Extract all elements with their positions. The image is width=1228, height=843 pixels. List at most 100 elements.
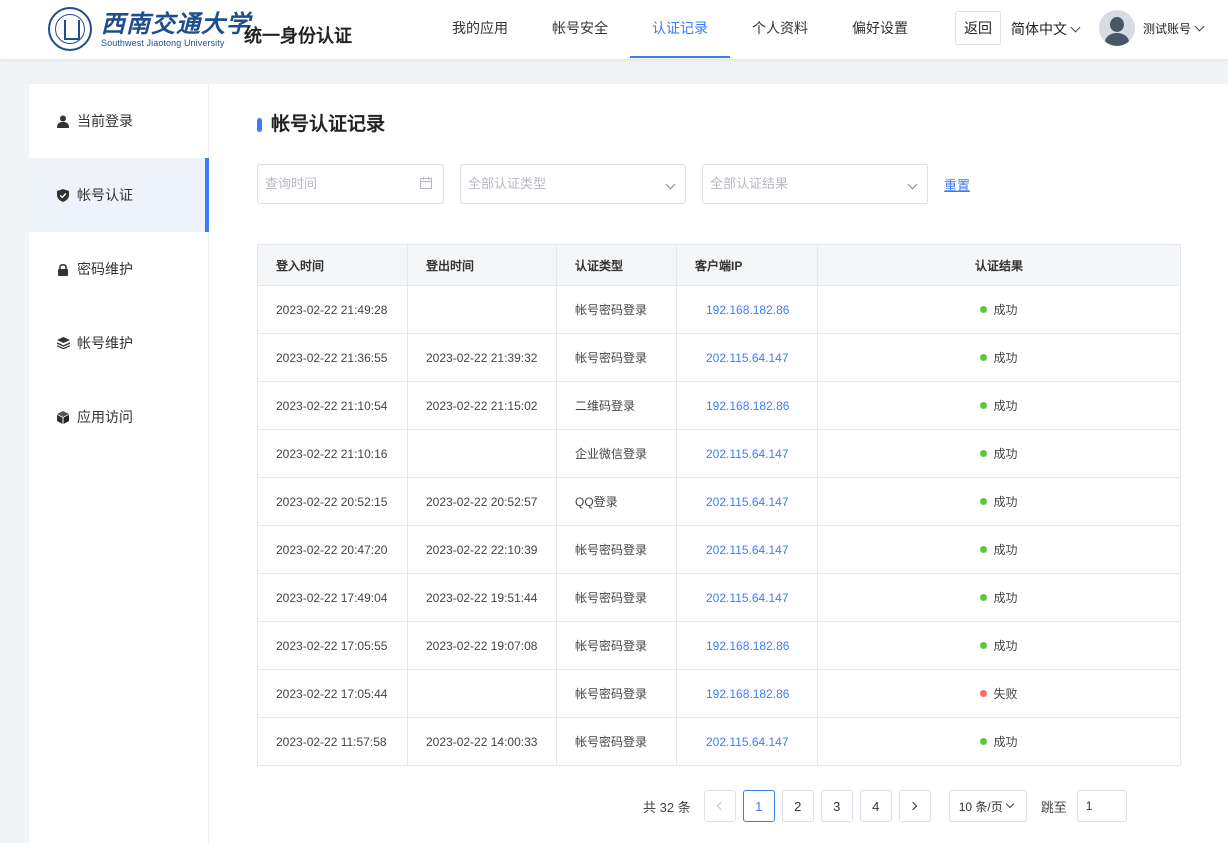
auth-type-cell: 帐号密码登录: [556, 526, 676, 573]
total-count: 共 32 条: [643, 799, 691, 815]
auth-result-cell: 成功: [817, 334, 1180, 381]
client-ip-cell[interactable]: 202.115.64.147: [676, 574, 817, 621]
time-picker[interactable]: 查询时间: [257, 164, 444, 204]
login-time-cell: 2023-02-22 20:47:20: [276, 542, 388, 557]
logo-english-name: Southwest Jiaotong University: [101, 37, 225, 48]
page-button-1[interactable]: 1: [742, 790, 775, 822]
layers-icon: [56, 336, 70, 350]
page-size-label: 10 条/页: [958, 799, 1003, 814]
auth-result-cell: 成功: [817, 718, 1180, 765]
top-header: 西南交通大学 Southwest Jiaotong University 统一身…: [0, 0, 1228, 59]
auth-result-cell: 成功: [817, 478, 1180, 525]
jump-label: 跳至: [1040, 799, 1067, 815]
chevron-down-icon: [1005, 799, 1014, 809]
sidebar-item-label: 帐号认证: [77, 187, 133, 203]
client-ip-cell[interactable]: 202.115.64.147: [676, 430, 817, 477]
nav-preferences[interactable]: 偏好设置: [830, 0, 930, 59]
chevron-down-icon: [904, 165, 918, 203]
auth-result-cell: 成功: [817, 622, 1180, 669]
prev-page-button[interactable]: [703, 790, 736, 822]
table-row: 2023-02-22 17:49:04 2023-02-22 19:51:44 帐号…: [258, 573, 1180, 621]
auth-result-select[interactable]: 全部认证结果: [702, 164, 928, 204]
chevron-down-icon: [1070, 22, 1081, 32]
status-label: 成功: [993, 399, 1018, 413]
sidebar-item-current-login[interactable]: 当前登录: [29, 84, 208, 158]
login-time-cell: 2023-02-22 11:57:58: [276, 734, 387, 749]
auth-result-placeholder: 全部认证结果: [710, 176, 789, 191]
table-body: 2023-02-22 21:49:28 帐号密码登录 192.168.182.86 成…: [258, 285, 1180, 765]
table-row: 2023-02-22 21:49:28 帐号密码登录 192.168.182.86 成…: [258, 285, 1180, 333]
table-row: 2023-02-22 17:05:44 帐号密码登录 192.168.182.86 失…: [258, 669, 1180, 717]
table-row: 2023-02-22 21:36:55 2023-02-22 21:39:32 帐号…: [258, 333, 1180, 381]
sidebar-item-app-access[interactable]: 应用访问: [29, 380, 208, 454]
logout-time-cell: 2023-02-22 20:52:57: [407, 478, 556, 525]
page-title: 帐号认证记录: [257, 114, 385, 136]
status-dot-icon: [980, 594, 988, 601]
login-time-cell: 2023-02-22 17:05:55: [276, 638, 388, 653]
auth-records-table: 登入时间 登出时间 认证类型 客户端IP 认证结果 2023-02-22 21:…: [257, 244, 1181, 766]
client-ip-cell[interactable]: 202.115.64.147: [676, 718, 817, 765]
logout-time-cell: [407, 286, 556, 333]
chevron-left-icon: [716, 801, 726, 811]
auth-result-cell: 成功: [817, 574, 1180, 621]
jump-page-input[interactable]: 1: [1076, 790, 1127, 822]
reset-button[interactable]: 重置: [944, 175, 970, 194]
back-button[interactable]: 返回: [955, 11, 1001, 45]
logout-time-cell: 2023-02-22 21:15:02: [407, 382, 556, 429]
page-button-3[interactable]: 3: [820, 790, 853, 822]
client-ip-cell[interactable]: 192.168.182.86: [676, 382, 817, 429]
next-page-button[interactable]: [898, 790, 931, 822]
table-row: 2023-02-22 17:05:55 2023-02-22 19:07:08 帐号…: [258, 621, 1180, 669]
logo-text: 西南交通大学 Southwest Jiaotong University: [101, 10, 251, 48]
page-button-4[interactable]: 4: [859, 790, 892, 822]
shield-check-icon: [56, 188, 70, 202]
client-ip-cell[interactable]: 192.168.182.86: [676, 670, 817, 717]
sidebar-item-account-maintenance[interactable]: 帐号维护: [29, 306, 208, 380]
status-dot-icon: [980, 690, 988, 697]
auth-type-cell: 帐号密码登录: [556, 718, 676, 765]
user-name: 测试账号: [1143, 21, 1192, 36]
cube-icon: [56, 410, 70, 424]
nav-account-security[interactable]: 帐号安全: [530, 0, 630, 59]
nav-profile[interactable]: 个人资料: [730, 0, 830, 59]
nav-my-apps[interactable]: 我的应用: [430, 0, 530, 59]
page-button-2[interactable]: 2: [781, 790, 814, 822]
status-label: 成功: [993, 303, 1018, 317]
client-ip-cell[interactable]: 202.115.64.147: [676, 526, 817, 573]
university-logo[interactable]: 西南交通大学 Southwest Jiaotong University: [48, 7, 251, 51]
logout-time-cell: [407, 430, 556, 477]
client-ip-cell[interactable]: 192.168.182.86: [676, 622, 817, 669]
time-placeholder: 查询时间: [265, 176, 318, 191]
pagination: 共 32 条 1 2 3 4 10 条/页 跳至 1: [643, 790, 1127, 822]
status-dot-icon: [980, 354, 988, 361]
sidebar-item-label: 应用访问: [77, 409, 133, 425]
auth-type-select[interactable]: 全部认证类型: [460, 164, 686, 204]
sidebar-item-account-auth[interactable]: 帐号认证: [29, 158, 209, 232]
login-time-cell: 2023-02-22 21:10:54: [276, 398, 388, 413]
column-header-logout-time: 登出时间: [407, 245, 556, 285]
column-header-client-ip: 客户端IP: [676, 245, 817, 285]
login-time-cell: 2023-02-22 21:36:55: [276, 350, 388, 365]
sidebar-item-label: 当前登录: [77, 113, 133, 129]
auth-result-cell: 失败: [817, 670, 1180, 717]
client-ip-cell[interactable]: 192.168.182.86: [676, 286, 817, 333]
status-label: 成功: [993, 735, 1018, 749]
login-time-cell: 2023-02-22 20:52:15: [276, 494, 388, 509]
sidebar-item-password[interactable]: 密码维护: [29, 232, 208, 306]
status-label: 成功: [993, 639, 1018, 653]
avatar: [1099, 10, 1135, 46]
client-ip-cell[interactable]: 202.115.64.147: [676, 478, 817, 525]
column-header-auth-type: 认证类型: [556, 245, 676, 285]
logout-time-cell: 2023-02-22 19:51:44: [407, 574, 556, 621]
sidebar: 当前登录 帐号认证 密码维护 帐号维护 应用访问: [29, 84, 209, 843]
language-label: 简体中文: [1011, 21, 1067, 37]
nav-auth-records[interactable]: 认证记录: [630, 0, 730, 59]
status-dot-icon: [980, 498, 988, 505]
client-ip-cell[interactable]: 202.115.64.147: [676, 334, 817, 381]
table-row: 2023-02-22 20:47:20 2023-02-22 22:10:39 帐号…: [258, 525, 1180, 573]
status-label: 成功: [993, 591, 1018, 605]
user-menu[interactable]: 测试账号: [1099, 10, 1205, 46]
language-dropdown[interactable]: 简体中文: [1011, 19, 1081, 39]
page-size-select[interactable]: 10 条/页: [948, 790, 1027, 822]
university-seal-icon: [48, 7, 92, 51]
